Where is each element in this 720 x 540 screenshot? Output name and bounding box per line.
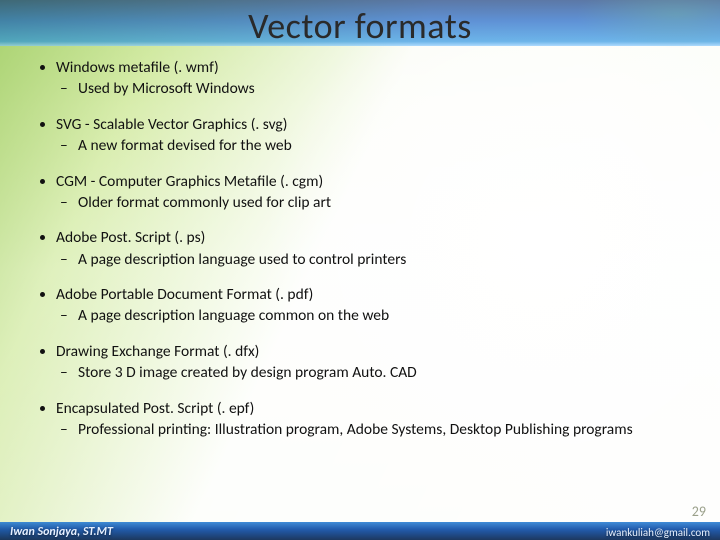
list-item: Adobe Portable Document Format (. pdf) A… bbox=[56, 285, 690, 326]
bullet-list: Windows metafile (. wmf) Used by Microso… bbox=[30, 58, 690, 439]
slide-body: Windows metafile (. wmf) Used by Microso… bbox=[30, 58, 690, 512]
item-head: Adobe Post. Script (. ps) bbox=[56, 228, 205, 247]
item-head: Adobe Portable Document Format (. pdf) bbox=[56, 285, 313, 304]
page-number: 29 bbox=[692, 503, 706, 520]
item-sub: Store 3 D image created by design progra… bbox=[78, 363, 690, 382]
item-head: Drawing Exchange Format (. dfx) bbox=[56, 342, 259, 361]
author-email: iwankuliah@gmail.com bbox=[606, 526, 710, 539]
list-item: Windows metafile (. wmf) Used by Microso… bbox=[56, 58, 690, 99]
item-sub: Professional printing: Illustration prog… bbox=[78, 420, 690, 439]
slide-title: Vector formats bbox=[0, 0, 720, 52]
item-sub: Used by Microsoft Windows bbox=[78, 79, 690, 98]
item-sub: A page description language common on th… bbox=[78, 306, 690, 325]
item-head: SVG - Scalable Vector Graphics (. svg) bbox=[56, 115, 287, 134]
item-head: Windows metafile (. wmf) bbox=[56, 58, 219, 77]
item-sub: A page description language used to cont… bbox=[78, 250, 690, 269]
list-item: Drawing Exchange Format (. dfx) Store 3 … bbox=[56, 342, 690, 383]
author-name: Iwan Sonjaya, ST.MT bbox=[10, 525, 113, 539]
item-head: Encapsulated Post. Script (. epf) bbox=[56, 399, 254, 418]
list-item: Adobe Post. Script (. ps) A page descrip… bbox=[56, 228, 690, 269]
item-sub: Older format commonly used for clip art bbox=[78, 193, 690, 212]
item-sub: A new format devised for the web bbox=[78, 136, 690, 155]
list-item: Encapsulated Post. Script (. epf) Profes… bbox=[56, 399, 690, 440]
list-item: CGM - Computer Graphics Metafile (. cgm)… bbox=[56, 172, 690, 213]
item-head: CGM - Computer Graphics Metafile (. cgm) bbox=[56, 172, 323, 191]
slide: Vector formats Windows metafile (. wmf) … bbox=[0, 0, 720, 540]
list-item: SVG - Scalable Vector Graphics (. svg) A… bbox=[56, 115, 690, 156]
